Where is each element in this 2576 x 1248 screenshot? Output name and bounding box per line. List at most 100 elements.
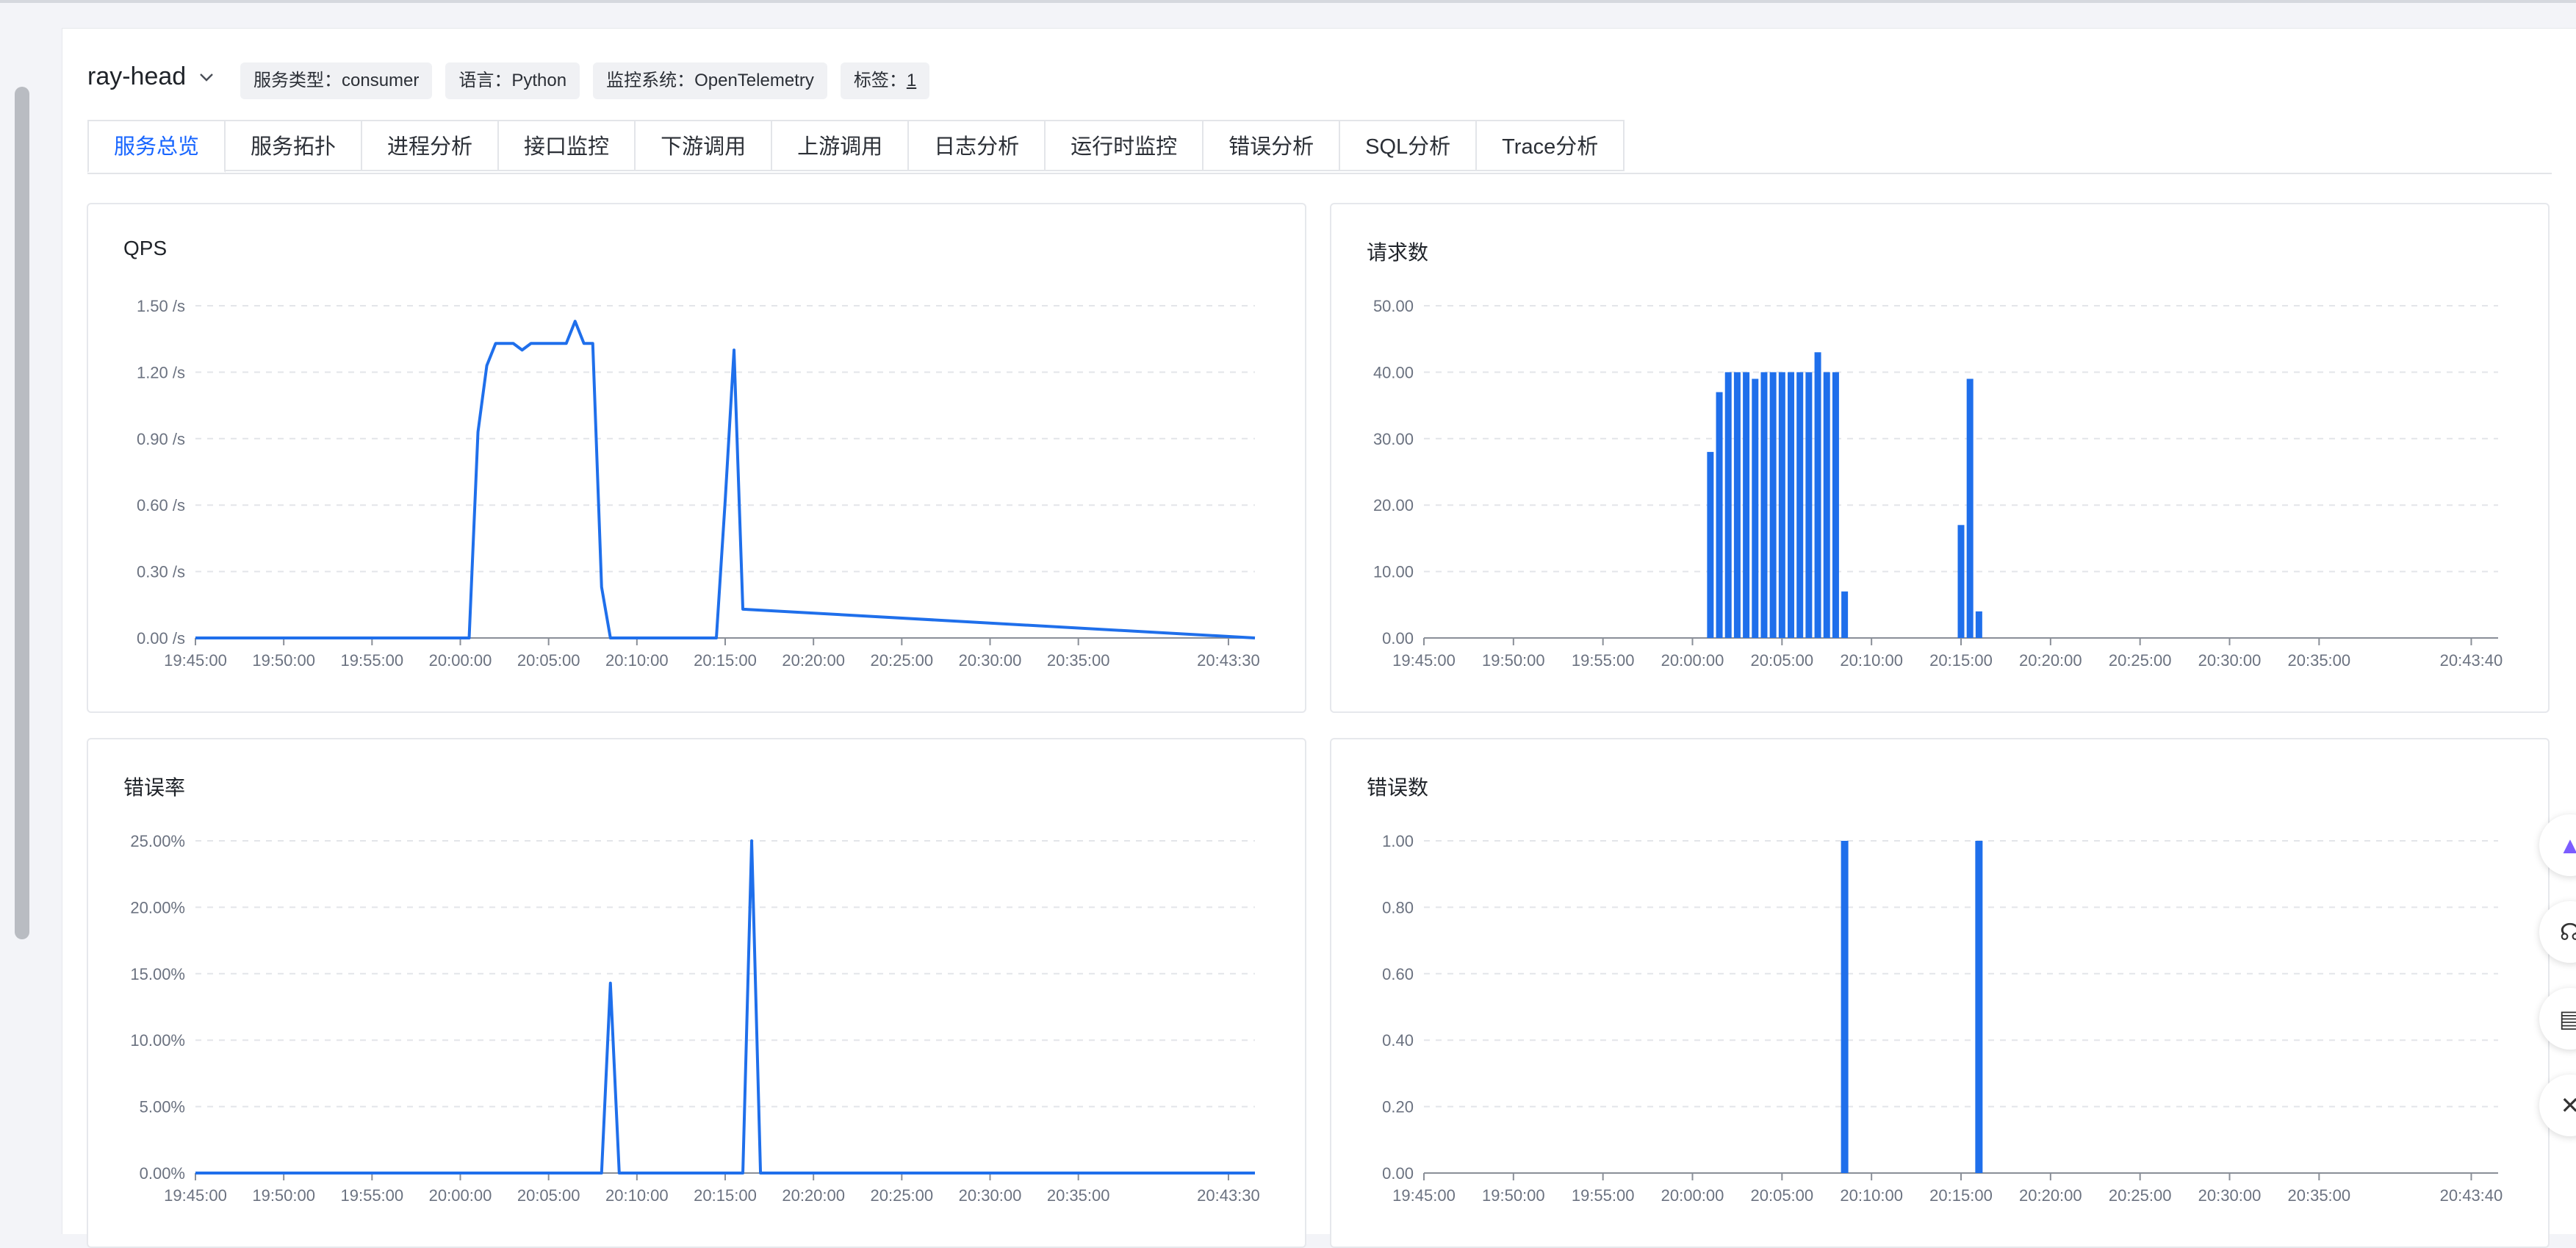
x-tick-label: 20:10:00 xyxy=(605,651,669,670)
tag-labels[interactable]: 标签：1 xyxy=(840,62,930,99)
bar xyxy=(1814,352,1821,638)
bar xyxy=(1760,372,1768,638)
x-tick-label: 19:55:00 xyxy=(341,651,404,670)
tab-upstream-calls[interactable]: 上游调用 xyxy=(772,120,910,171)
tab-runtime-monitoring[interactable]: 运行时监控 xyxy=(1046,120,1204,171)
x-tick-label: 20:05:00 xyxy=(1751,651,1814,670)
x-tick-label: 20:43:30 xyxy=(1197,1186,1260,1205)
x-tick-label: 20:43:40 xyxy=(2440,651,2503,670)
x-tick-label: 19:55:00 xyxy=(1572,1186,1635,1205)
tab-service-overview[interactable]: 服务总览 xyxy=(87,120,226,173)
y-tick-label: 0.00% xyxy=(140,1164,185,1183)
tab-service-topology[interactable]: 服务拓扑 xyxy=(226,120,363,171)
x-tick-label: 19:55:00 xyxy=(341,1186,404,1205)
series-line xyxy=(195,320,1256,639)
y-tick-label: 10.00% xyxy=(130,1031,185,1050)
error-rate-line-chart[interactable]: 0.00% 5.00% 10.00% 15.00% 20.00% 25.00% 19:45:… xyxy=(88,739,1306,1248)
y-tick-label: 30.00 xyxy=(1373,430,1414,448)
x-tick-label: 20:10:00 xyxy=(1840,651,1903,670)
tab-bar: 服务总览 服务拓扑 进程分析 接口监控 下游调用 上游调用 日志分析 运行时监控… xyxy=(87,120,2552,174)
x-tick-label: 20:20:00 xyxy=(782,1186,845,1205)
x-tick-label: 20:25:00 xyxy=(871,1186,934,1205)
error-count-bar-chart[interactable]: 0.00 0.20 0.40 0.60 0.80 1.00 19:45:00 19:50:00… xyxy=(1331,739,2550,1248)
tab-downstream-calls[interactable]: 下游调用 xyxy=(636,120,773,171)
service-selector[interactable]: ray-head xyxy=(87,62,217,91)
x-tick-label: 19:45:00 xyxy=(164,1186,227,1205)
tab-trace-analysis[interactable]: Trace分析 xyxy=(1477,120,1625,171)
x-tick-label: 20:15:00 xyxy=(694,1186,757,1205)
x-tick-label: 19:50:00 xyxy=(252,1186,315,1205)
y-tick-label: 0.20 xyxy=(1382,1098,1414,1116)
bar xyxy=(1716,392,1723,638)
y-tick-label: 20.00% xyxy=(130,898,185,917)
x-tick-label: 20:30:00 xyxy=(959,1186,1022,1205)
bar xyxy=(1796,372,1804,638)
x-tick-label: 19:50:00 xyxy=(252,651,315,670)
y-tick-label: 1.00 xyxy=(1382,832,1414,850)
scrollbar-track[interactable] xyxy=(0,28,32,1175)
y-tick-label: 20.00 xyxy=(1373,496,1414,514)
y-tick-label: 15.00% xyxy=(130,965,185,983)
bar xyxy=(1957,525,1965,638)
bar xyxy=(1841,841,1849,1173)
service-tags: 服务类型：consumer 语言：Python 监控系统：OpenTelemet… xyxy=(240,62,930,99)
bar xyxy=(1743,372,1750,638)
tab-sql-analysis[interactable]: SQL分析 xyxy=(1340,120,1478,171)
y-tick-label: 0.30 /s xyxy=(137,563,185,581)
x-tick-label: 20:20:00 xyxy=(782,651,845,670)
chart-panel-error-rate: 错误率 0.00% 5.00% 10.00% 15.00% 20.00% 25.00% 19… xyxy=(87,738,1306,1248)
x-tick-label: 20:35:00 xyxy=(2288,651,2351,670)
y-tick-label: 0.00 /s xyxy=(137,629,185,648)
x-tick-label: 19:45:00 xyxy=(164,651,227,670)
window-top-border xyxy=(0,0,2576,3)
x-tick-label: 19:45:00 xyxy=(1392,1186,1456,1205)
qps-line-chart[interactable]: 0.00 /s 0.30 /s 0.60 /s 0.90 /s 1.20 /s 1.50 … xyxy=(88,204,1306,713)
request-count-bar-chart[interactable]: 0.00 10.00 20.00 30.00 40.00 50.00 19:45:00 19:… xyxy=(1331,204,2550,713)
x-tick-label: 19:45:00 xyxy=(1392,651,1456,670)
tab-error-analysis[interactable]: 错误分析 xyxy=(1204,120,1341,171)
bar xyxy=(1841,591,1849,638)
y-tick-label: 10.00 xyxy=(1373,563,1414,581)
y-tick-label: 40.00 xyxy=(1373,363,1414,381)
x-tick-label: 20:35:00 xyxy=(2288,1186,2351,1205)
x-tick-label: 20:05:00 xyxy=(517,1186,580,1205)
x-tick-label: 20:05:00 xyxy=(517,651,580,670)
x-tick-label: 20:00:00 xyxy=(429,1186,492,1205)
y-tick-label: 0.60 xyxy=(1382,965,1414,983)
series-line xyxy=(195,839,1255,1175)
y-tick-label: 0.90 /s xyxy=(137,430,185,448)
x-tick-label: 20:05:00 xyxy=(1751,1186,1814,1205)
app-logo-icon: ▲ xyxy=(2558,831,2576,858)
bar xyxy=(1788,372,1795,638)
x-tick-label: 20:43:40 xyxy=(2440,1186,2503,1205)
bar xyxy=(1975,611,1982,638)
y-tick-label: 1.20 /s xyxy=(137,363,185,381)
x-tick-label: 20:35:00 xyxy=(1047,651,1110,670)
x-tick-label: 20:00:00 xyxy=(1661,1186,1724,1205)
bar xyxy=(1769,372,1777,638)
document-icon: ▤ xyxy=(2558,1005,2576,1032)
tab-process-analysis[interactable]: 进程分析 xyxy=(362,120,500,171)
y-tick-label: 0.80 xyxy=(1382,898,1414,917)
bar xyxy=(1975,841,1983,1173)
y-tick-label: 0.00 xyxy=(1382,1164,1414,1183)
chevron-down-icon xyxy=(200,73,214,82)
y-tick-label: 50.00 xyxy=(1373,297,1414,315)
chart-panel-error-count: 错误数 0.00 0.20 0.40 0.60 0.80 1.00 19:45:00 19:5… xyxy=(1330,738,2550,1248)
tag-labels-count[interactable]: 1 xyxy=(907,71,916,90)
tab-log-analysis[interactable]: 日志分析 xyxy=(909,120,1046,171)
service-name: ray-head xyxy=(87,62,187,90)
x-tick-label: 20:15:00 xyxy=(1929,651,1993,670)
scrollbar-thumb[interactable] xyxy=(15,87,29,939)
bar xyxy=(1823,372,1830,638)
bar xyxy=(1778,372,1785,638)
bar xyxy=(1966,379,1974,638)
tab-interface-monitoring[interactable]: 接口监控 xyxy=(499,120,636,171)
tag-service-type: 服务类型：consumer xyxy=(240,62,433,99)
x-tick-label: 19:50:00 xyxy=(1482,1186,1545,1205)
x-tick-label: 20:00:00 xyxy=(429,651,492,670)
x-tick-label: 19:50:00 xyxy=(1482,651,1545,670)
x-tick-label: 20:20:00 xyxy=(2019,651,2082,670)
tag-language: 语言：Python xyxy=(445,62,580,99)
x-tick-label: 20:10:00 xyxy=(605,1186,669,1205)
